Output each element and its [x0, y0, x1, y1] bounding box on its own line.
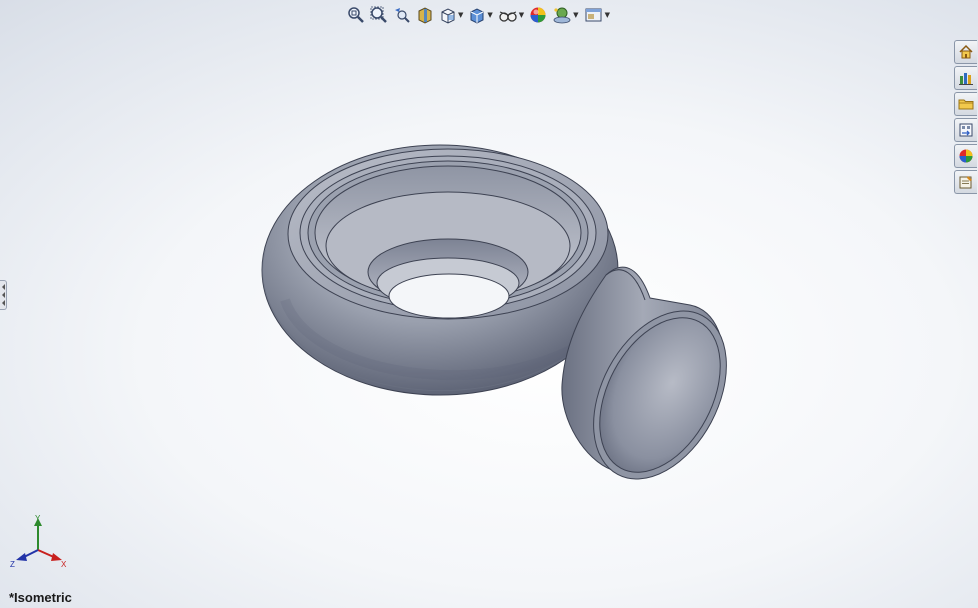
- reference-triad: Y X Z: [10, 514, 67, 569]
- graphics-area[interactable]: ▼ ▼ ▼ ▼ ▼ Y X Z *Isometric: [0, 0, 978, 608]
- triad-y-label: Y: [35, 514, 41, 523]
- pump-casing-model[interactable]: [0, 0, 978, 608]
- triad-z-label: Z: [10, 560, 15, 569]
- view-orientation-label: *Isometric: [9, 590, 72, 605]
- triad-x-label: X: [61, 560, 67, 569]
- triad-z-arrowhead-icon: [16, 553, 27, 561]
- discharge-nozzle[interactable]: [561, 266, 754, 502]
